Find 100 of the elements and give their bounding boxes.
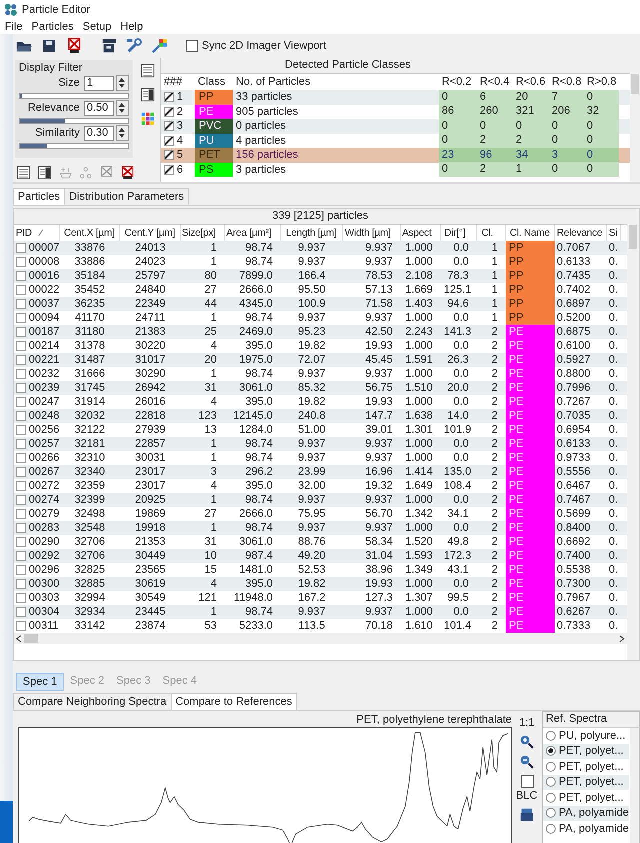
class-checkbox[interactable] <box>164 136 174 146</box>
people-icon[interactable] <box>79 166 94 180</box>
add-group-icon[interactable] <box>58 166 72 180</box>
column-header[interactable]: Class <box>195 74 233 90</box>
zoom-in-icon[interactable] <box>520 735 534 749</box>
row-checkbox[interactable] <box>16 313 26 323</box>
row-checkbox[interactable] <box>16 383 26 393</box>
column-header[interactable]: R<0.2 <box>439 74 477 90</box>
row-checkbox[interactable] <box>16 509 26 519</box>
row-checkbox[interactable] <box>16 397 26 407</box>
row-checkbox[interactable] <box>16 607 26 617</box>
radio-button[interactable] <box>546 824 556 834</box>
reference-icon[interactable] <box>520 808 534 822</box>
scale-button[interactable]: 1:1 <box>519 717 535 729</box>
save-icon[interactable] <box>41 38 58 54</box>
scrollbar-thumb[interactable] <box>24 634 38 643</box>
row-checkbox[interactable] <box>16 243 26 253</box>
spin-field[interactable]: 0.30 <box>84 126 114 140</box>
row-checkbox[interactable] <box>16 327 26 337</box>
row-checkbox[interactable] <box>16 537 26 547</box>
radio-button[interactable] <box>546 746 556 756</box>
class-checkbox[interactable] <box>164 164 174 175</box>
spectrum-tab[interactable]: Spec 1 <box>16 673 64 691</box>
scroll-right-icon[interactable] <box>619 634 625 642</box>
tab[interactable]: Compare to References <box>170 693 298 710</box>
row-checkbox[interactable] <box>16 439 26 449</box>
radio-button[interactable] <box>546 792 556 803</box>
reference-item[interactable]: PET, polyet... <box>543 774 629 790</box>
class-checkbox[interactable] <box>164 106 174 117</box>
menu-item[interactable]: Help <box>120 20 144 32</box>
radio-button[interactable] <box>546 730 556 741</box>
row-checkbox[interactable] <box>16 565 26 575</box>
radio-button[interactable] <box>546 762 556 772</box>
row-checkbox[interactable] <box>16 411 26 421</box>
class-checkbox[interactable] <box>164 150 174 160</box>
column-header[interactable]: R<0.8 <box>549 74 584 90</box>
spin-field[interactable]: 1 <box>84 76 114 90</box>
menu-item[interactable]: Particles <box>32 20 74 32</box>
scrollbar[interactable] <box>630 728 639 843</box>
list-icon[interactable] <box>140 64 154 78</box>
class-checkbox[interactable] <box>164 121 174 132</box>
row-checkbox[interactable] <box>16 621 26 631</box>
row-checkbox[interactable] <box>16 369 26 379</box>
reference-item[interactable]: PA, polyamide <box>543 821 629 836</box>
row-checkbox[interactable] <box>16 453 26 463</box>
tools-icon[interactable] <box>126 38 143 54</box>
menu-item[interactable]: File <box>5 20 23 32</box>
scrollbar-thumb[interactable] <box>631 74 639 94</box>
row-checkbox[interactable] <box>16 467 26 477</box>
reference-item[interactable]: PET, polyet... <box>543 744 629 759</box>
radio-button[interactable] <box>546 808 556 818</box>
reference-item[interactable]: PET, polyet... <box>543 790 629 806</box>
row-checkbox[interactable] <box>16 579 26 589</box>
row-checkbox[interactable] <box>16 341 26 351</box>
slider[interactable] <box>19 143 129 149</box>
column-header[interactable]: R<0.4 <box>477 74 513 90</box>
row-checkbox[interactable] <box>16 425 26 435</box>
row-checkbox[interactable] <box>16 495 26 505</box>
row-checkbox[interactable] <box>16 257 26 267</box>
row-checkbox[interactable] <box>16 299 26 309</box>
tab[interactable]: Compare Neighboring Spectra <box>13 693 172 710</box>
row-checkbox[interactable] <box>16 355 26 365</box>
row-checkbox[interactable] <box>16 593 26 603</box>
column-header[interactable]: ### <box>161 74 195 90</box>
spin-arrows-icon[interactable] <box>116 75 129 91</box>
column-header[interactable]: No. of Particles <box>233 74 439 90</box>
blc-checkbox[interactable] <box>520 775 534 788</box>
scrollbar-thumb[interactable] <box>629 225 637 249</box>
reference-item[interactable]: PU, polyure... <box>543 728 629 744</box>
csv-save-icon[interactable] <box>101 38 118 54</box>
color-grid-icon[interactable] <box>140 112 154 126</box>
delete-all-icon[interactable] <box>66 38 83 54</box>
tab[interactable]: Distribution Parameters <box>64 188 190 205</box>
spin-arrows-icon[interactable] <box>116 125 129 141</box>
class-checkbox[interactable] <box>164 92 174 102</box>
row-checkbox[interactable] <box>16 271 26 281</box>
spin-arrows-icon[interactable] <box>116 100 129 116</box>
tab[interactable]: Particles <box>13 188 66 205</box>
row-checkbox[interactable] <box>16 481 26 491</box>
spin-field[interactable]: 0.50 <box>84 100 114 116</box>
column-header[interactable]: R>0.8 <box>584 74 619 90</box>
column-header[interactable]: R<0.6 <box>513 74 549 90</box>
delete-hidden-icon[interactable] <box>121 166 135 180</box>
row-checkbox[interactable] <box>16 523 26 533</box>
row-checkbox[interactable] <box>16 551 26 561</box>
slider[interactable] <box>19 118 129 124</box>
columns-icon[interactable] <box>140 88 154 102</box>
sync-checkbox[interactable]: Sync 2D Imager Viewport <box>186 40 327 52</box>
color-brush-icon[interactable] <box>151 38 168 54</box>
slider[interactable] <box>19 93 129 99</box>
delete-selected-icon[interactable] <box>100 166 114 180</box>
scroll-left-icon[interactable] <box>16 634 22 642</box>
column-header[interactable]: Ref. Spectra <box>543 712 639 728</box>
columns-icon[interactable] <box>38 166 52 180</box>
zoom-out-icon[interactable] <box>520 755 534 769</box>
menu-item[interactable]: Setup <box>82 20 112 32</box>
row-checkbox[interactable] <box>16 285 26 295</box>
reference-item[interactable]: PA, polyamide <box>543 806 629 821</box>
radio-button[interactable] <box>546 777 556 788</box>
list-icon[interactable] <box>17 166 31 180</box>
